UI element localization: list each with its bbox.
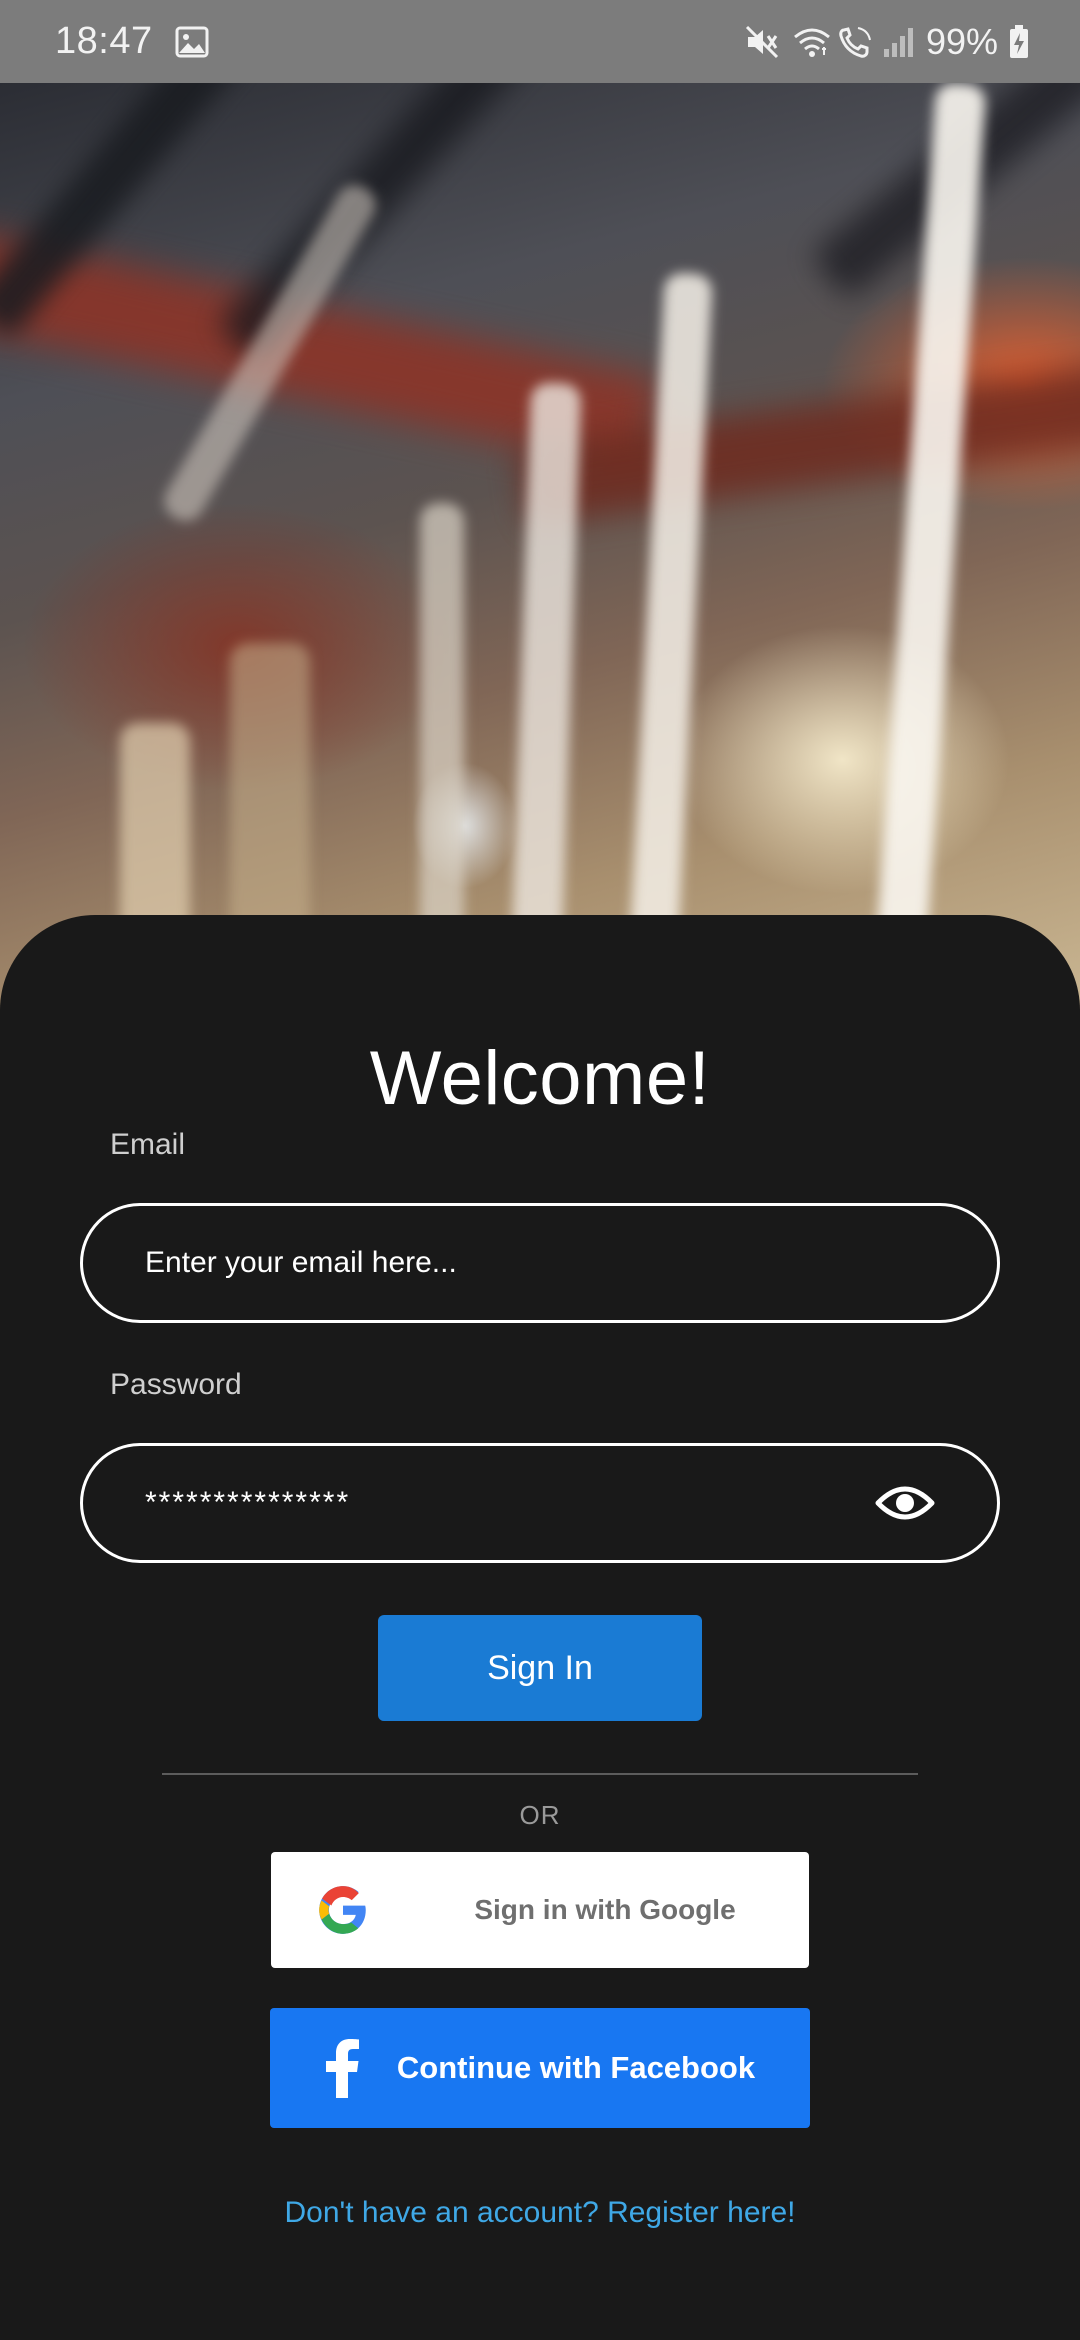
hero-background-photo: [0, 83, 1080, 1023]
email-placeholder: Enter your email here...: [145, 1246, 457, 1279]
status-bar: 18:47 99%: [0, 0, 1080, 83]
sign-in-button[interactable]: Sign In: [378, 1615, 702, 1721]
battery-percentage: 99%: [925, 20, 998, 62]
password-label: Password: [110, 1368, 242, 1401]
sign-in-label: Sign In: [487, 1648, 593, 1687]
google-icon: [317, 1884, 369, 1936]
mute-icon: [744, 24, 780, 60]
or-separator: OR: [519, 1800, 561, 1830]
wifi-call-icon: [836, 24, 876, 60]
email-label: Email: [110, 1128, 186, 1161]
password-field[interactable]: ***************: [80, 1443, 1000, 1563]
image-icon: [175, 26, 209, 58]
wifi-icon: [792, 25, 832, 59]
google-sign-in-button[interactable]: Sign in with Google: [271, 1852, 809, 1968]
google-sign-in-label: Sign in with Google: [474, 1894, 736, 1925]
status-left: 18:47: [55, 20, 209, 63]
signal-icon: [882, 25, 916, 59]
welcome-title: Welcome!: [369, 1036, 711, 1121]
facebook-icon: [322, 2038, 362, 2098]
status-time: 18:47: [55, 20, 153, 62]
battery-charging-icon: [1008, 24, 1030, 60]
facebook-continue-button[interactable]: Continue with Facebook: [270, 2008, 810, 2128]
divider: [162, 1773, 918, 1775]
status-right: 99%: [744, 21, 1030, 63]
show-password-eye-icon[interactable]: [873, 1471, 937, 1535]
login-screen: 18:47 99% Welcome! Email Enter your emai…: [0, 0, 1080, 2340]
password-value: ***************: [145, 1486, 351, 1519]
email-field[interactable]: Enter your email here...: [80, 1203, 1000, 1323]
register-link[interactable]: Don't have an account? Register here!: [0, 2196, 1080, 2230]
facebook-continue-label: Continue with Facebook: [396, 2050, 756, 2085]
